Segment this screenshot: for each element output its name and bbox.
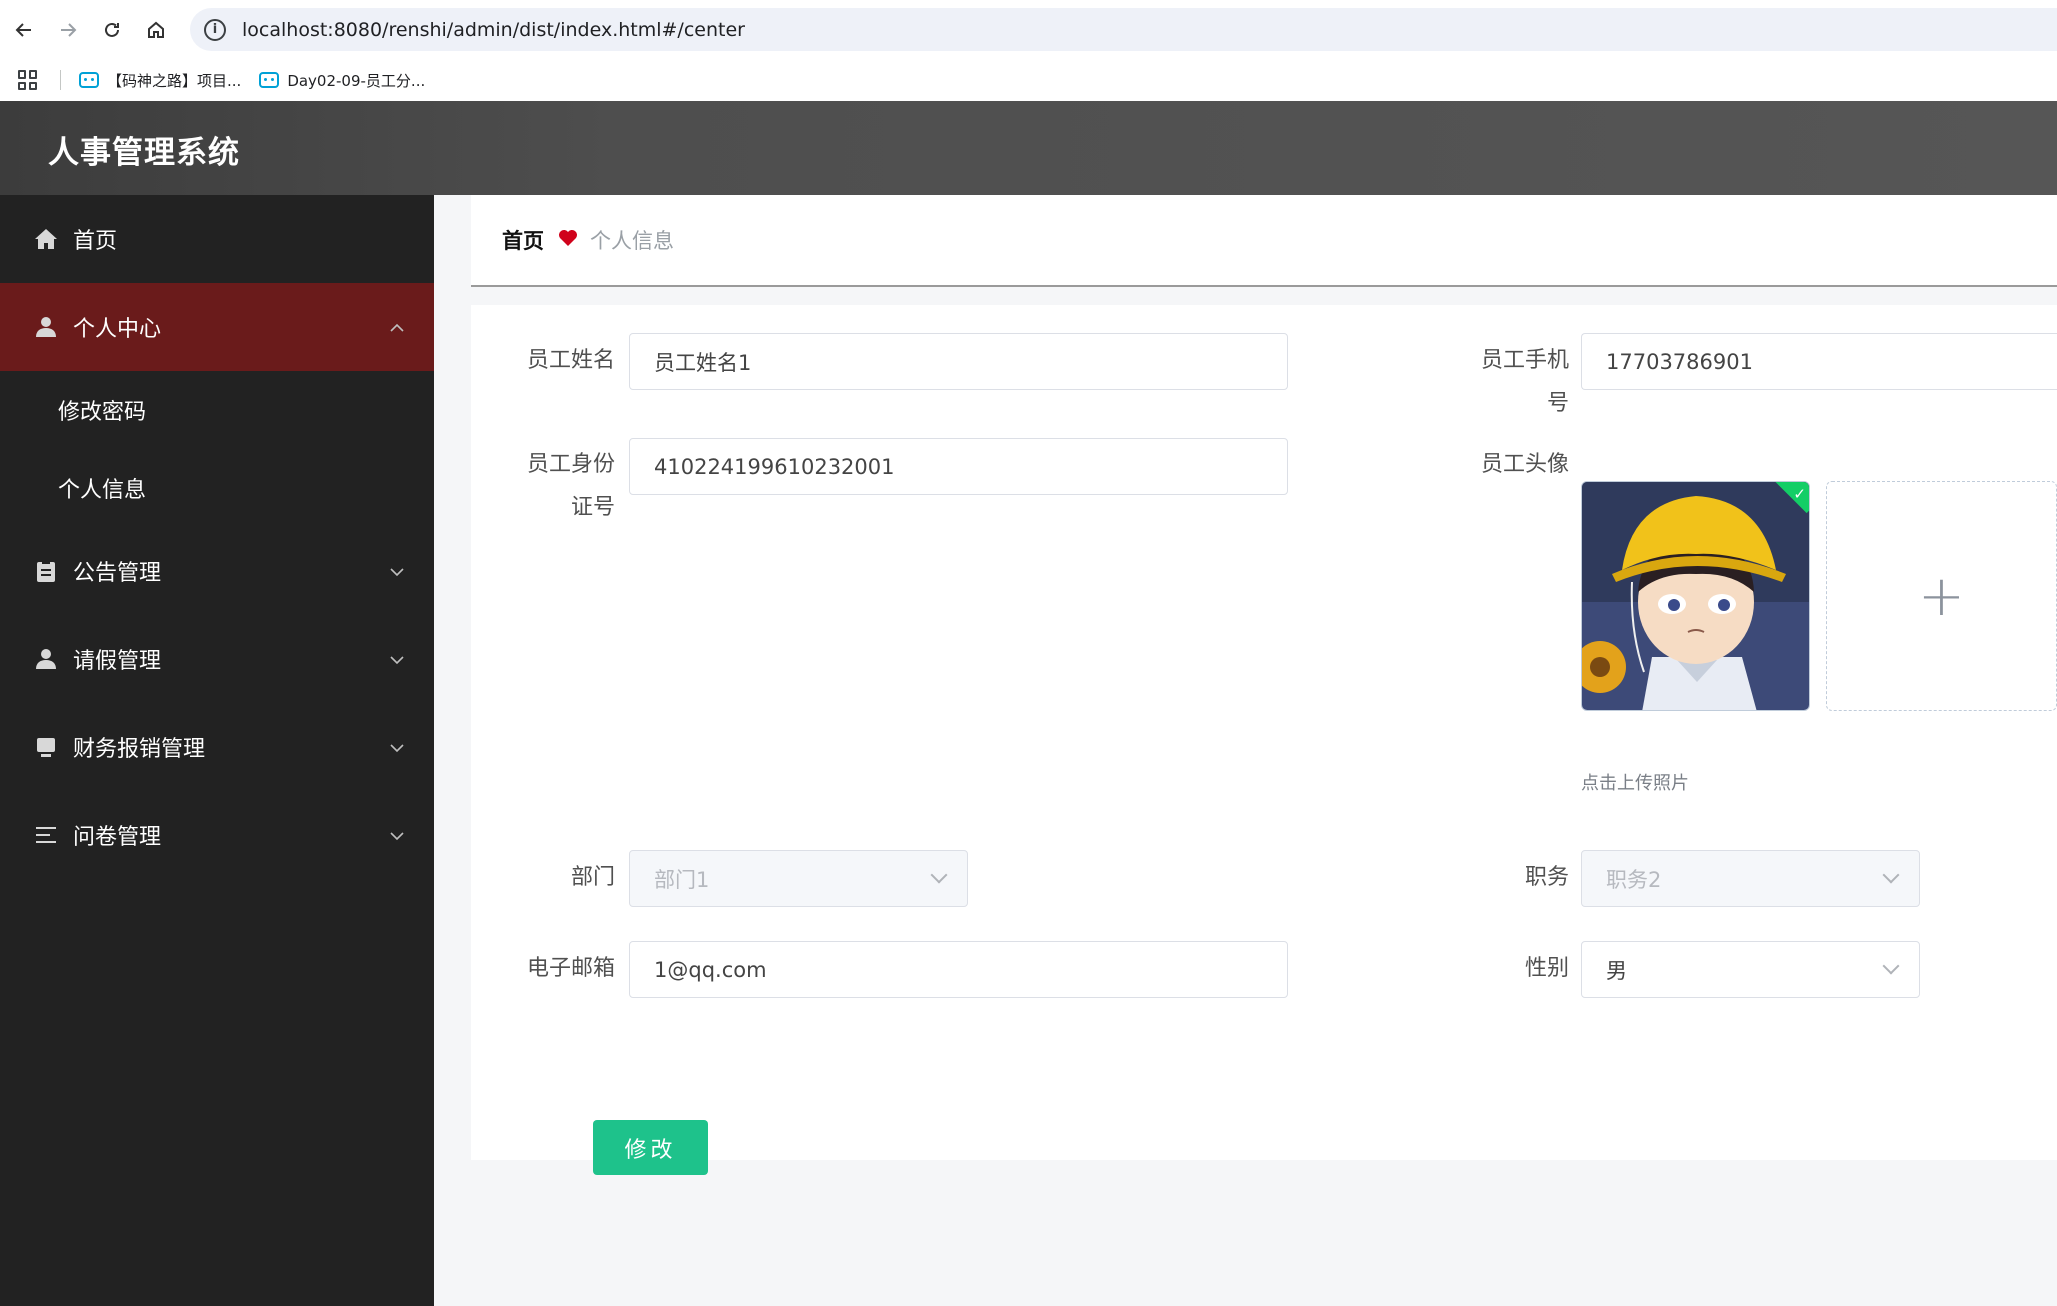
sidebar-item-personal-center[interactable]: 个人中心	[0, 283, 434, 371]
employee-name-input[interactable]: 员工姓名1	[629, 333, 1288, 390]
breadcrumb-home[interactable]: 首页	[502, 225, 544, 255]
bookmark-2[interactable]: Day02-09-员工分...	[259, 70, 425, 91]
employee-idcard-label-cont: 证号	[570, 495, 615, 520]
employee-phone-label-cont: 号	[1546, 391, 1569, 416]
sidebar-item-home[interactable]: 首页	[0, 195, 434, 283]
url-text[interactable]: localhost:8080/renshi/admin/dist/index.h…	[242, 19, 745, 41]
sidebar-item-label: 财务报销管理	[73, 737, 206, 762]
chevron-down-icon	[390, 562, 404, 581]
employee-avatar-label: 员工头像	[1480, 452, 1569, 477]
bookmark-1-label: 【码神之路】项目...	[107, 71, 242, 90]
employee-idcard-input[interactable]: 410224199610232001	[629, 438, 1288, 495]
chevron-down-icon	[930, 866, 948, 884]
gender-label: 性别	[1524, 956, 1569, 981]
home-page-icon[interactable]	[134, 8, 178, 52]
bookmark-separator	[60, 70, 61, 90]
sidebar-item-label: 首页	[73, 229, 118, 254]
department-select[interactable]: 部门1	[629, 850, 968, 907]
sidebar-item-leave[interactable]: 请假管理	[0, 615, 434, 703]
bilibili-icon	[259, 72, 280, 88]
app-title: 人事管理系统	[48, 135, 240, 171]
clipboard-icon	[33, 558, 59, 584]
heart-icon	[558, 228, 578, 253]
sidebar-item-reimbursement[interactable]: 财务报销管理	[0, 703, 434, 791]
bilibili-icon	[79, 72, 99, 88]
department-label: 部门	[570, 865, 615, 890]
user-icon	[33, 314, 59, 340]
position-select[interactable]: 职务2	[1581, 850, 1920, 907]
monitor-icon	[33, 734, 59, 760]
gender-select[interactable]: 男	[1581, 941, 1920, 998]
sidebar: 首页 个人中心 修改密码 个人信息 公告管理 请假管理 财务报销管理 问卷管理	[0, 195, 434, 1306]
back-icon[interactable]	[2, 8, 46, 52]
bookmark-1[interactable]: 【码神之路】项目...	[79, 70, 241, 91]
upload-tip: 点击上传照片	[1581, 773, 1689, 794]
sidebar-item-label: 请假管理	[73, 649, 162, 674]
avatar-upload-button[interactable]: +	[1826, 481, 2057, 711]
forward-icon[interactable]	[46, 8, 90, 52]
sidebar-item-announcements[interactable]: 公告管理	[0, 527, 434, 615]
submit-button[interactable]: 修改	[593, 1120, 708, 1175]
address-bar[interactable]: i localhost:8080/renshi/admin/dist/index…	[190, 8, 2057, 51]
user-icon	[33, 646, 59, 672]
list-icon	[33, 822, 59, 848]
email-label: 电子邮箱	[526, 956, 615, 981]
home-icon	[33, 226, 59, 252]
chevron-up-icon	[390, 318, 404, 337]
chevron-down-icon	[1882, 866, 1900, 884]
sidebar-item-label: 个人中心	[73, 317, 162, 342]
chevron-down-icon	[390, 826, 404, 845]
breadcrumb: 首页 个人信息	[471, 195, 2057, 287]
email-input[interactable]: 1@qq.com	[629, 941, 1288, 998]
check-icon: ✓	[1793, 485, 1806, 503]
app-header: 人事管理系统	[0, 101, 2057, 195]
avatar[interactable]: ✓	[1581, 481, 1810, 711]
plus-icon: +	[1918, 563, 1965, 629]
sidebar-subitem-change-password[interactable]: 修改密码	[0, 371, 434, 449]
profile-form: 员工姓名 员工姓名1 员工手机 号 17703786901 员工身份 证号 41…	[471, 305, 2057, 1160]
site-info-icon[interactable]: i	[204, 18, 226, 41]
sidebar-subitem-personal-info[interactable]: 个人信息	[0, 449, 434, 527]
sidebar-subitem-label: 修改密码	[58, 400, 147, 425]
apps-grid-icon[interactable]	[18, 70, 38, 90]
position-label: 职务	[1524, 865, 1569, 890]
sidebar-item-label: 公告管理	[73, 561, 162, 586]
sidebar-item-questionnaire[interactable]: 问卷管理	[0, 791, 434, 879]
employee-phone-input[interactable]: 17703786901	[1581, 333, 2057, 390]
browser-toolbar: i localhost:8080/renshi/admin/dist/index…	[0, 0, 2057, 59]
chevron-down-icon	[390, 738, 404, 757]
sidebar-item-label: 问卷管理	[73, 825, 162, 850]
sidebar-subitem-label: 个人信息	[58, 478, 147, 503]
avatar-image	[1582, 482, 1809, 710]
chevron-down-icon	[390, 650, 404, 669]
breadcrumb-current: 个人信息	[590, 229, 674, 253]
department-value: 部门1	[654, 867, 710, 892]
position-value: 职务2	[1606, 867, 1662, 892]
main-content: 首页 个人信息 员工姓名 员工姓名1 员工手机 号 17703786901 员工…	[434, 195, 2057, 1306]
chevron-down-icon	[1882, 957, 1900, 975]
reload-icon[interactable]	[90, 8, 134, 52]
employee-name-label: 员工姓名	[526, 348, 615, 373]
bookmark-2-label: Day02-09-员工分...	[287, 71, 426, 90]
bookmarks-bar: 【码神之路】项目... Day02-09-员工分...	[0, 59, 2057, 101]
gender-value: 男	[1606, 958, 1627, 983]
